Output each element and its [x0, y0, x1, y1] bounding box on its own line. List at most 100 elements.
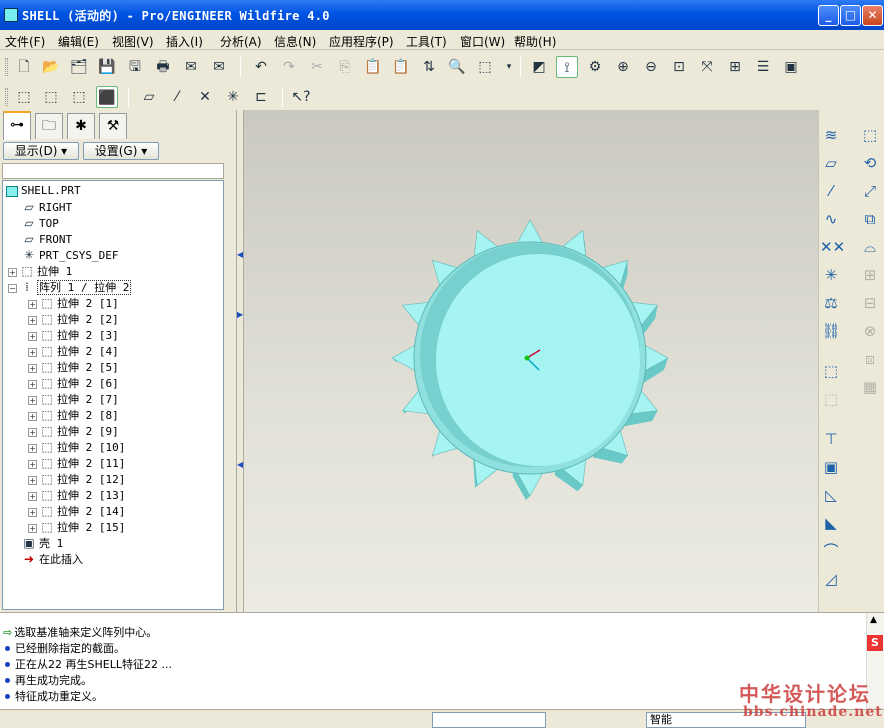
- tree-item-pattern[interactable]: − ⁞ 阵列 1 / 拉伸 2: [8, 279, 132, 295]
- gear-shell-model[interactable]: [244, 110, 818, 612]
- mirror-icon[interactable]: ⬚: [820, 388, 842, 410]
- menu-help[interactable]: 帮助(H): [514, 33, 556, 50]
- expand-icon[interactable]: +: [28, 363, 37, 373]
- cut-icon[interactable]: ✂: [306, 56, 328, 78]
- new-file-icon[interactable]: 🗋: [13, 56, 35, 78]
- expand-icon[interactable]: +: [28, 443, 37, 453]
- pattern-tool-icon[interactable]: ▦: [859, 376, 881, 398]
- tree-item-pattern-member[interactable]: + ⬚ 拉伸 2 [12]: [28, 471, 125, 487]
- expand-icon[interactable]: +: [28, 347, 37, 357]
- graphics-window[interactable]: [244, 110, 818, 612]
- undo-icon[interactable]: ↶: [250, 56, 272, 78]
- panel-splitter[interactable]: ◀ ▶ ◀: [236, 110, 244, 612]
- annotation-display-icon[interactable]: ⊏: [250, 86, 272, 108]
- tree-item-pattern-member[interactable]: + ⬚ 拉伸 2 [4]: [28, 343, 119, 359]
- splitter-arrow-icon[interactable]: ▶: [237, 310, 243, 320]
- chevron-down-icon[interactable]: ▾: [498, 56, 520, 78]
- tree-item-csys[interactable]: ✳ PRT_CSYS_DEF: [22, 247, 119, 263]
- tree-item-pattern-member[interactable]: + ⬚ 拉伸 2 [3]: [28, 327, 119, 343]
- redo-icon[interactable]: ↷: [278, 56, 300, 78]
- close-button[interactable]: ✕: [862, 5, 883, 26]
- save-icon[interactable]: 💾: [96, 56, 118, 78]
- tree-item-insert-here[interactable]: ➜ 在此插入: [22, 551, 83, 567]
- trim-icon[interactable]: ⊟: [859, 292, 881, 314]
- tree-item-root[interactable]: SHELL.PRT: [6, 183, 81, 199]
- expand-icon[interactable]: +: [28, 491, 37, 501]
- connections-tab[interactable]: ⚒: [99, 113, 127, 139]
- datum-plane-icon[interactable]: ▱: [820, 152, 842, 174]
- menu-analysis[interactable]: 分析(A): [220, 33, 262, 50]
- tree-item-pattern-member[interactable]: + ⬚ 拉伸 2 [14]: [28, 503, 125, 519]
- expand-icon[interactable]: +: [28, 507, 37, 517]
- round-icon[interactable]: ⌒: [820, 540, 842, 562]
- splitter-arrow-icon[interactable]: ◀: [237, 250, 243, 260]
- tree-item-datum-right[interactable]: ▱ RIGHT: [22, 199, 72, 215]
- layers-icon[interactable]: ☰: [752, 56, 774, 78]
- expand-icon[interactable]: +: [28, 427, 37, 437]
- menu-view[interactable]: 视图(V): [112, 33, 154, 50]
- boundary-icon[interactable]: ⌓: [859, 236, 881, 258]
- expand-icon[interactable]: +: [28, 459, 37, 469]
- revolve-icon[interactable]: ⟲: [859, 152, 881, 174]
- datum-axis-icon[interactable]: ⁄: [820, 180, 842, 202]
- menu-applications[interactable]: 应用程序(P): [329, 33, 394, 50]
- menu-window[interactable]: 窗口(W): [460, 33, 505, 50]
- open-file-icon[interactable]: 📂: [40, 56, 62, 78]
- draft-icon[interactable]: ⊤: [820, 428, 842, 450]
- expand-icon[interactable]: +: [28, 379, 37, 389]
- toolbar-grip[interactable]: [5, 58, 8, 76]
- save-copy-icon[interactable]: 🖫: [124, 56, 146, 78]
- csys-display-icon[interactable]: ✳: [222, 86, 244, 108]
- orient-mode-icon[interactable]: ⚙: [584, 56, 606, 78]
- copy-feature-icon[interactable]: ⬚: [820, 360, 842, 382]
- draft-tool-icon[interactable]: ◣: [820, 512, 842, 534]
- expand-icon[interactable]: +: [28, 395, 37, 405]
- chain-icon[interactable]: ⛓: [820, 320, 842, 342]
- email-link-icon[interactable]: ✉: [208, 56, 230, 78]
- ime-s-icon[interactable]: S: [867, 635, 883, 651]
- tree-item-extrude-1[interactable]: + ⬚ 拉伸 1: [8, 263, 72, 279]
- collapse-icon[interactable]: −: [8, 283, 17, 293]
- spin-center-icon[interactable]: ⟟: [556, 56, 578, 78]
- view-manager-icon[interactable]: ▣: [780, 56, 802, 78]
- shading-icon[interactable]: ⬛: [96, 86, 118, 108]
- toolbar-grip[interactable]: [5, 88, 8, 106]
- menu-edit[interactable]: 编辑(E): [58, 33, 99, 50]
- sweep-icon[interactable]: ⤢: [859, 180, 881, 202]
- sketch-icon[interactable]: ≋: [820, 124, 842, 146]
- csys-icon[interactable]: ✳: [820, 264, 842, 286]
- blend-icon[interactable]: ⧉: [859, 208, 881, 230]
- merge-icon[interactable]: ⊞: [859, 264, 881, 286]
- refit-icon[interactable]: ⊡: [668, 56, 690, 78]
- no-hidden-icon[interactable]: ⬚: [68, 86, 90, 108]
- tree-item-pattern-member[interactable]: + ⬚ 拉伸 2 [7]: [28, 391, 119, 407]
- paste-icon[interactable]: 📋: [362, 56, 384, 78]
- find-icon[interactable]: 🔍: [446, 56, 468, 78]
- menu-tools[interactable]: 工具(T): [406, 33, 447, 50]
- folder-browser-tab[interactable]: 🗀: [35, 113, 63, 139]
- tree-item-datum-top[interactable]: ▱ TOP: [22, 215, 59, 231]
- selection-box-icon[interactable]: ⬚: [474, 56, 496, 78]
- tree-item-pattern-member[interactable]: + ⬚ 拉伸 2 [8]: [28, 407, 119, 423]
- maximize-button[interactable]: □: [840, 5, 861, 26]
- print-icon[interactable]: 🖶: [152, 56, 174, 78]
- extrude-tool-icon[interactable]: ⬚: [859, 124, 881, 146]
- zoom-out-icon[interactable]: ⊖: [640, 56, 662, 78]
- expand-icon[interactable]: +: [28, 299, 37, 309]
- expand-icon[interactable]: +: [28, 315, 37, 325]
- shell-tool-icon[interactable]: ▣: [820, 456, 842, 478]
- email-icon[interactable]: ✉: [180, 56, 202, 78]
- context-help-icon[interactable]: ↖?: [290, 86, 312, 108]
- datum-point-display-icon[interactable]: ✕: [194, 86, 216, 108]
- copy-icon[interactable]: ⎘: [334, 56, 356, 78]
- tree-item-pattern-member[interactable]: + ⬚ 拉伸 2 [13]: [28, 487, 125, 503]
- open-session-icon[interactable]: 🗂: [68, 56, 90, 78]
- reorient-icon[interactable]: ⤧: [696, 56, 718, 78]
- paste-special-icon[interactable]: 📋: [390, 56, 412, 78]
- tree-item-pattern-member[interactable]: + ⬚ 拉伸 2 [9]: [28, 423, 119, 439]
- repaint-icon[interactable]: ◩: [528, 56, 550, 78]
- chamfer-icon[interactable]: ◿: [820, 568, 842, 590]
- tree-item-pattern-member[interactable]: + ⬚ 拉伸 2 [6]: [28, 375, 119, 391]
- rib-icon[interactable]: ◺: [820, 484, 842, 506]
- offset-icon[interactable]: ⧈: [859, 348, 881, 370]
